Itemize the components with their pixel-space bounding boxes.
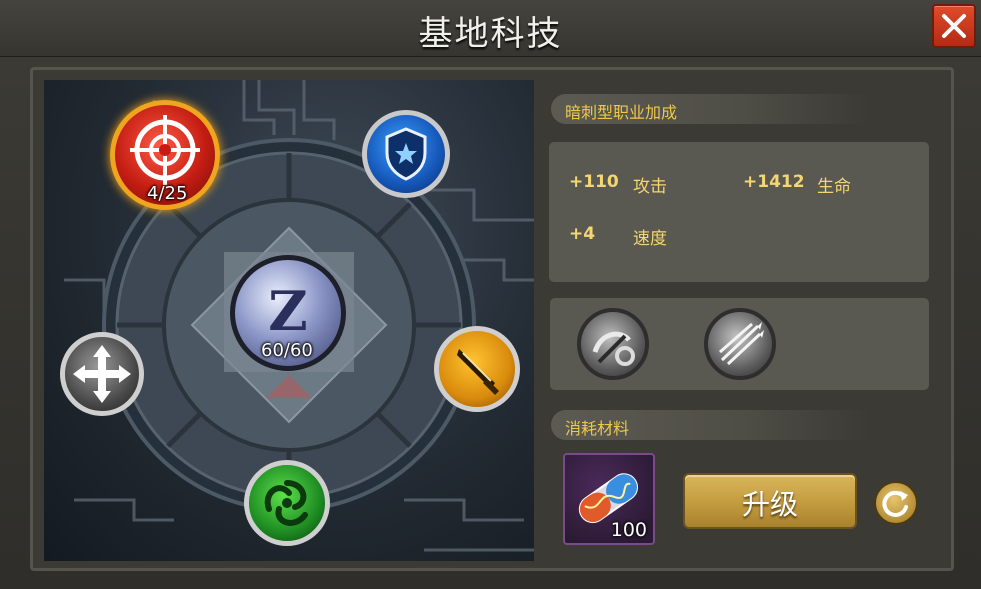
skill-node-target[interactable]: 4/25 [110,100,220,210]
skill-node-core[interactable]: Z 60/60 [230,255,346,371]
material-item[interactable]: 100 [563,453,655,545]
bonus-header: 暗刺型职业加成 [551,94,871,124]
passive-skill-1[interactable] [577,308,649,380]
close-button[interactable] [932,4,976,48]
bonus-header-label: 暗刺型职业加成 [565,103,678,122]
green-swirl-icon [264,480,308,526]
details-panel: 暗刺型职业加成 +110 攻击 +1412 生命 +4 速度 消耗材料 100 … [545,88,937,558]
window-title: 基地科技 [418,14,563,54]
stats-box: +110 攻击 +1412 生命 +4 速度 [549,142,929,282]
passive-skills-box [550,298,929,390]
svg-text:Z: Z [268,279,307,343]
refresh-icon [882,490,908,517]
stat-hp-value: +1412 [743,172,805,192]
shield-star-icon [385,127,427,181]
passive-skill-2[interactable] [704,308,776,380]
stat-hp-name: 生命 [817,177,851,197]
four-arrows-icon [73,345,131,403]
close-icon [942,14,966,38]
target-level: 4/25 [147,183,188,204]
stat-speed-value: +4 [569,224,596,244]
arrow-volley-icon [719,322,764,366]
refresh-button[interactable] [874,481,918,525]
skill-node-blade[interactable] [434,326,520,412]
skill-node-shield[interactable] [362,110,450,198]
upgrade-button[interactable]: 升级 [683,473,857,529]
materials-header-label: 消耗材料 [565,419,630,438]
skill-node-swirl[interactable] [244,460,330,546]
skill-node-move[interactable] [60,332,144,416]
knife-icon [457,349,499,395]
materials-header: 消耗材料 [551,410,871,440]
stat-attack-name: 攻击 [633,177,667,197]
upgrade-button-label: 升级 [741,488,798,521]
stat-attack-value: +110 [569,172,619,192]
stat-speed-name: 速度 [633,229,667,249]
title-bar: 基地科技 [0,0,981,57]
material-count: 100 [610,519,647,541]
tech-tree: 4/25 Z 60/60 [44,80,534,561]
chain-strike-icon [592,331,635,366]
core-level: 60/60 [261,340,313,361]
